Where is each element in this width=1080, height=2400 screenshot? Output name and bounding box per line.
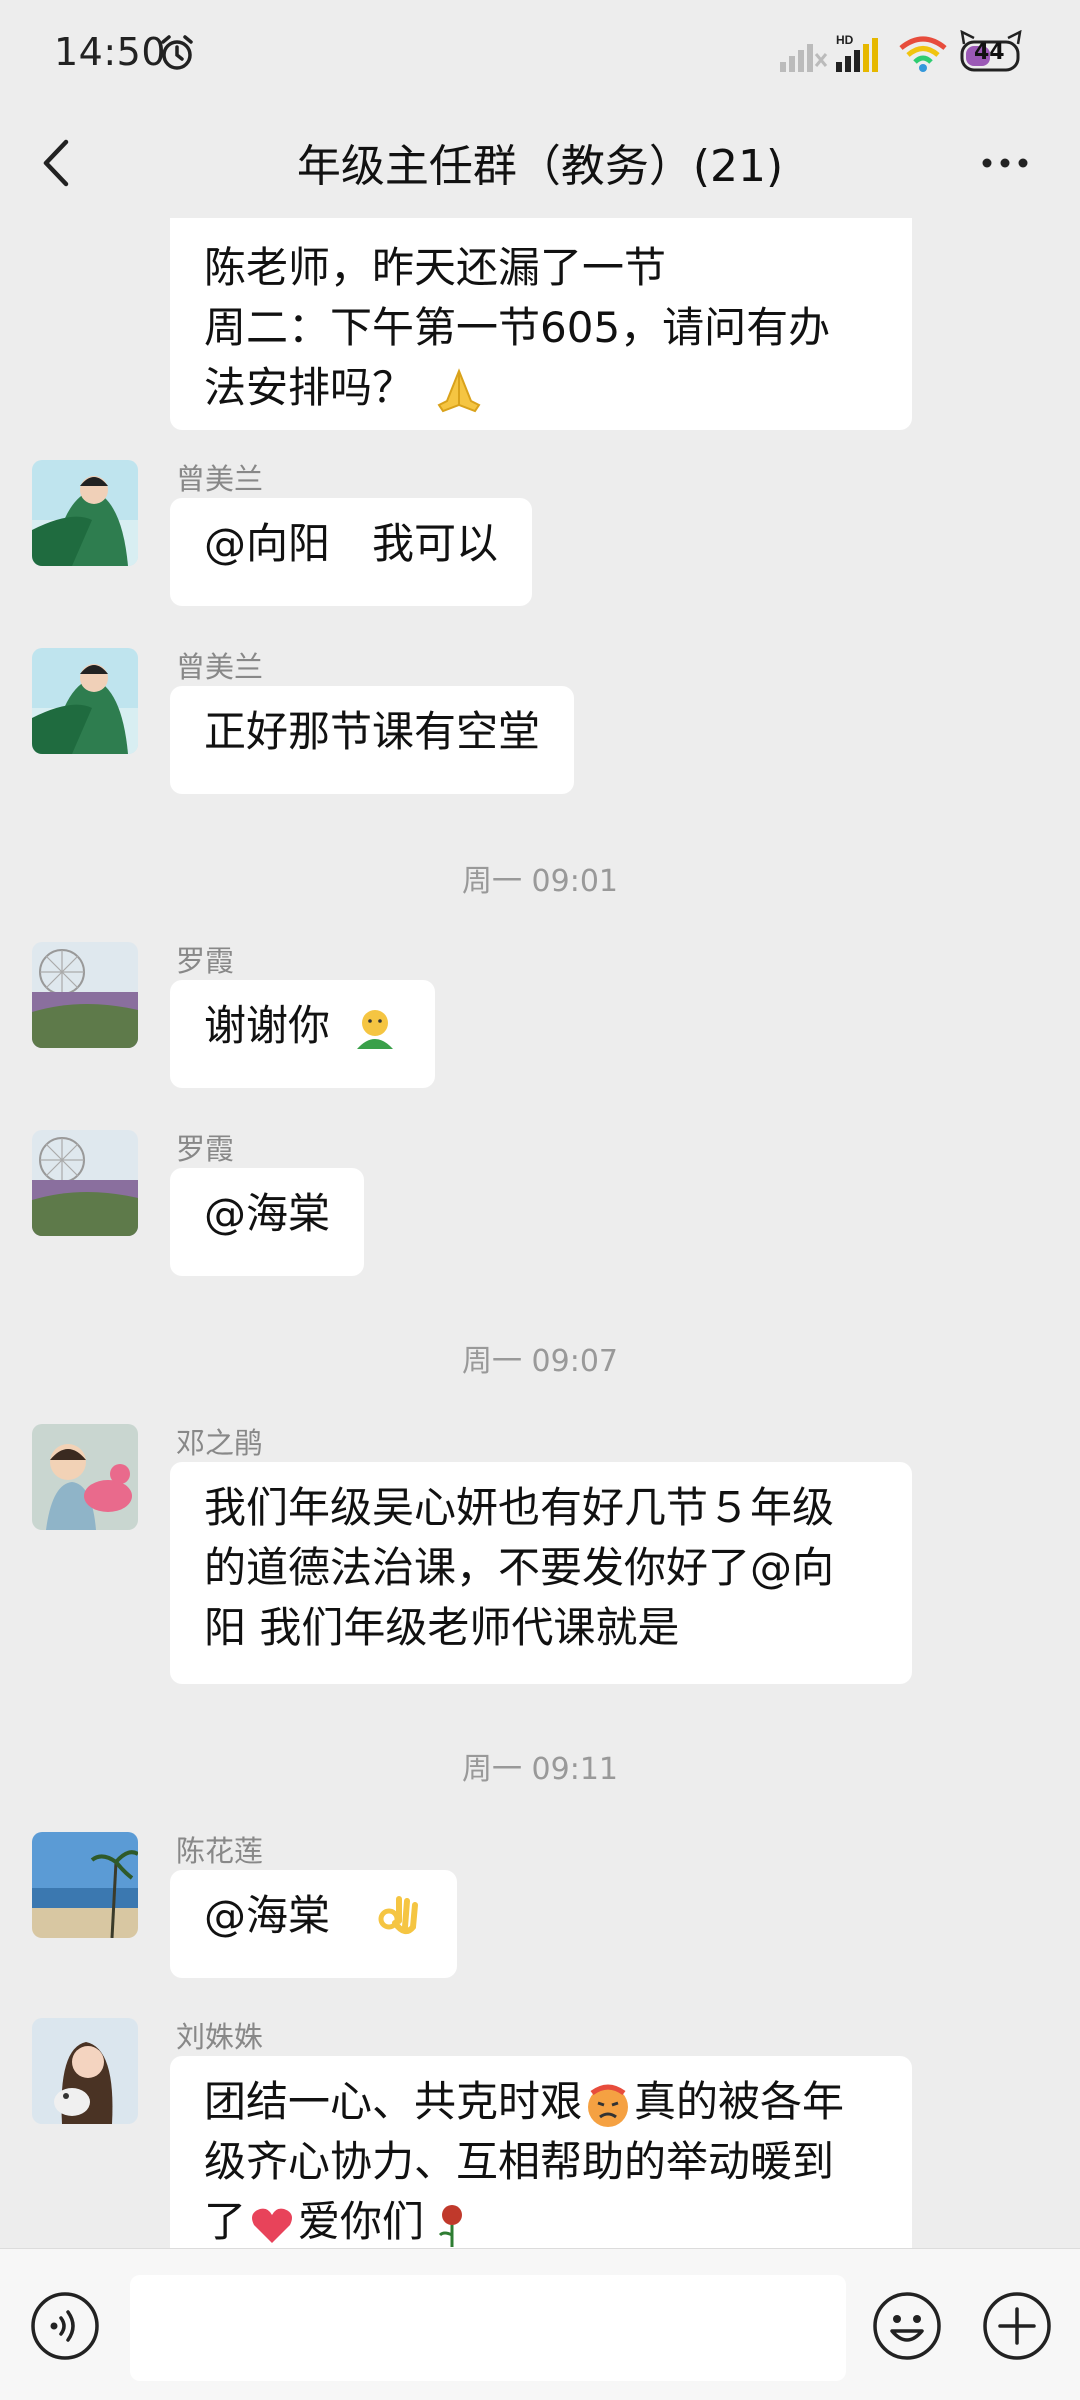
folded-hands-emoji-icon (437, 367, 481, 412)
message-line: 级齐心协力、互相帮助的举动暖到 (204, 2137, 835, 2186)
message-bubble[interactable]: 正好那节课有空堂 (170, 686, 575, 794)
timestamp: 周一 09:01 (462, 864, 618, 899)
message-line: 我们年级吴心妍也有好几节５年级 (204, 1483, 835, 1532)
angry-face-emoji-icon (588, 2084, 629, 2127)
avatar[interactable] (32, 1424, 138, 1530)
sender-name: 曾美兰 (176, 650, 264, 684)
battery-level: 44 (974, 40, 1005, 65)
chat-title: 年级主任群（教务）(21) (296, 141, 784, 192)
rose-emoji-icon (438, 2204, 463, 2247)
message-line: 法安排吗？ (204, 363, 415, 412)
message-line: 爱你们 (298, 2197, 425, 2246)
sender-name: 邓之鹃 (176, 1426, 264, 1460)
more-options-icon[interactable] (980, 148, 1030, 178)
signal-icon: HD (780, 33, 878, 72)
heart-emoji-icon (252, 2208, 293, 2243)
avatar[interactable] (32, 2018, 138, 2124)
message-bubble[interactable]: @向阳 我可以 (170, 498, 533, 606)
sender-name: 罗霞 (176, 1132, 235, 1166)
emoji-icon[interactable] (872, 2291, 942, 2361)
avatar[interactable] (32, 1130, 138, 1236)
message-bubble[interactable]: @海棠 (170, 1870, 458, 1978)
wifi-icon (899, 36, 947, 72)
message-text: @向阳 我可以 (204, 519, 499, 568)
message-bubble[interactable]: @海棠 (170, 1168, 365, 1276)
hug-emoji-icon (357, 1009, 394, 1049)
message-bubble[interactable]: 我们年级吴心妍也有好几节５年级 的道德法治课，不要发你好了@向 阳 我们年级老师… (170, 1462, 912, 1684)
avatar[interactable] (32, 942, 138, 1048)
message-list[interactable]: 陈老师，昨天还漏了一节 周二：下午第一节605，请问有办 法安排吗？ 曾美兰 @… (0, 218, 1080, 2248)
message-line: 团结一心、共克时艰 (204, 2077, 583, 2126)
message-text: @海棠 (204, 1891, 331, 1940)
message-line: 陈老师，昨天还漏了一节 (204, 243, 667, 292)
timestamp: 周一 09:11 (462, 1752, 618, 1787)
status-bar: 14:50 HD 44 (0, 0, 1080, 108)
message-input[interactable] (130, 2275, 846, 2381)
avatar[interactable] (32, 648, 138, 754)
sender-name: 陈花莲 (176, 1834, 264, 1868)
voice-input-icon[interactable] (30, 2291, 100, 2361)
input-bar (0, 2248, 1080, 2400)
ok-hand-emoji-icon (378, 1895, 419, 1934)
message-bubble[interactable]: 团结一心、共克时艰 真的被各年 级齐心协力、互相帮助的举动暖到 了 爱你们 (170, 2056, 912, 2248)
sender-name: 刘姝姝 (176, 2020, 264, 2054)
sender-name: 罗霞 (176, 944, 235, 978)
timestamp: 周一 09:07 (462, 1344, 618, 1379)
avatar[interactable] (32, 1832, 138, 1938)
chat-header: 年级主任群（教务）(21) (0, 108, 1080, 218)
message-line: 真的被各年 (634, 2077, 845, 2126)
message-bubble[interactable]: 谢谢你 (170, 980, 436, 1088)
message-text: 正好那节课有空堂 (204, 707, 541, 756)
avatar[interactable] (32, 460, 138, 566)
message-line: 的道德法治课，不要发你好了@向 (204, 1543, 835, 1592)
message-text: @海棠 (204, 1189, 331, 1238)
chat-screen: 14:50 HD 44 年级主任群（教务）(21) 陈老师，昨天还漏了一节 周二… (0, 0, 1080, 2400)
alarm-clock-icon (161, 35, 193, 70)
status-time: 14:50 (54, 30, 167, 74)
message-line: 了 (204, 2197, 247, 2246)
message-text: 谢谢你 (204, 1001, 331, 1050)
sender-name: 曾美兰 (176, 462, 264, 496)
message-bubble[interactable]: 陈老师，昨天还漏了一节 周二：下午第一节605，请问有办 法安排吗？ (170, 218, 912, 430)
plus-icon[interactable] (982, 2291, 1052, 2361)
svg-text:HD: HD (836, 33, 854, 47)
message-line: 周二：下午第一节605，请问有办 (204, 303, 831, 352)
message-line: 阳 我们年级老师代课就是 (204, 1603, 680, 1652)
